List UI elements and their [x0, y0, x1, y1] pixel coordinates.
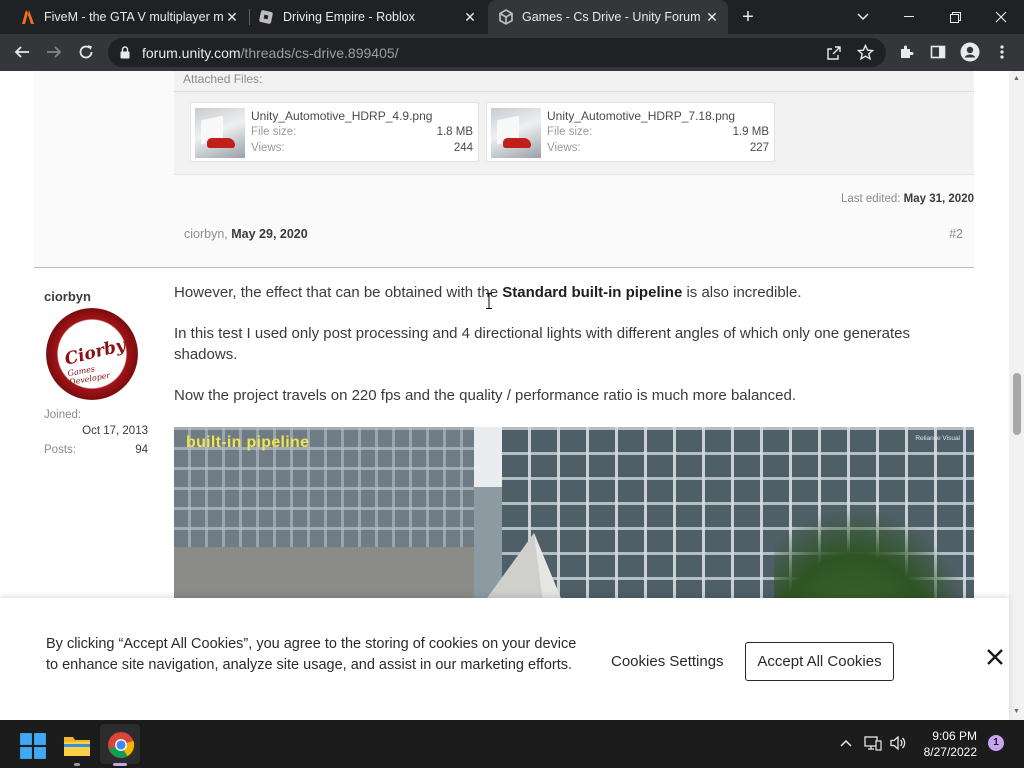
joined-date: Oct 17, 2013 [82, 425, 148, 437]
attachment-card[interactable]: Unity_Automotive_HDRP_4.9.png File size:… [190, 102, 479, 162]
side-panel-icon[interactable] [926, 40, 950, 64]
chevron-up-icon[interactable] [837, 734, 855, 752]
divider [34, 267, 974, 268]
posts-label: Posts: [44, 444, 76, 456]
cookie-text: By clicking “Accept All Cookies”, you ag… [46, 636, 577, 673]
scroll-up-icon[interactable]: ▲ [1012, 74, 1021, 83]
text-bold: Standard built-in pipeline [502, 284, 683, 301]
divider [174, 91, 974, 92]
url-domain: forum.unity.com [142, 45, 241, 61]
tab-unity-forum[interactable]: Games - Cs Drive - Unity Forum ✕ [488, 0, 728, 34]
page-content: Attached Files: Unity_Automotive_HDRP_4.… [0, 71, 1024, 720]
bookmark-star-icon[interactable] [857, 44, 874, 61]
post-paragraph: In this test I used only post processing… [174, 325, 910, 363]
attached-files: Attached Files: Unity_Automotive_HDRP_4.… [174, 71, 974, 175]
lock-icon[interactable] [120, 46, 130, 59]
last-edited-date: May 31, 2020 [903, 193, 974, 205]
cookie-settings-button[interactable]: Cookies Settings [611, 653, 724, 670]
file-size: 1.8 MB [436, 126, 473, 138]
address-bar[interactable]: forum.unity.com/threads/cs-drive.899405/ [108, 38, 886, 67]
system-clock[interactable]: 9:06 PM 8/27/2022 [924, 728, 977, 760]
reload-icon[interactable] [74, 40, 98, 64]
scroll-down-icon[interactable]: ▼ [1012, 707, 1021, 716]
text-run: However, the effect that can be obtained… [174, 284, 503, 301]
attachment-thumbnail[interactable] [491, 108, 541, 158]
menu-icon[interactable] [990, 40, 1014, 64]
roblox-icon [259, 10, 273, 24]
file-size: 1.9 MB [732, 126, 769, 138]
views-count: 227 [749, 142, 769, 154]
post-permalink[interactable]: #2 [949, 227, 963, 241]
attached-files-title: Attached Files: [183, 72, 263, 86]
tab-fivem[interactable]: FiveM - the GTA V multiplayer m ✕ [12, 0, 248, 34]
back-icon[interactable] [10, 40, 34, 64]
tab-title: Games - Cs Drive - Unity Forum [522, 10, 701, 24]
close-icon[interactable]: ✕ [224, 9, 240, 25]
image-caption: built-in pipeline [186, 434, 310, 451]
tab-title: FiveM - the GTA V multiplayer m [44, 10, 224, 24]
notification-badge[interactable]: 1 [988, 735, 1004, 751]
attachment-card[interactable]: Unity_Automotive_HDRP_7.18.png File size… [486, 102, 775, 162]
file-size-label: File size: [251, 126, 297, 138]
scrollbar[interactable]: ▲ ▼ [1009, 71, 1024, 720]
url-text[interactable]: forum.unity.com/threads/cs-drive.899405/ [142, 45, 399, 61]
image-watermark: Reliance Visual [915, 435, 960, 442]
post-date[interactable]: May 29, 2020 [231, 227, 307, 241]
extensions-icon[interactable] [894, 40, 918, 64]
browser-toolbar: forum.unity.com/threads/cs-drive.899405/ [0, 34, 1024, 71]
tab-search-icon[interactable] [840, 0, 886, 34]
last-edited-label: Last edited: [840, 193, 901, 205]
clock-date: 8/27/2022 [923, 745, 977, 759]
url-path: /threads/cs-drive.899405/ [240, 45, 399, 61]
share-icon[interactable] [826, 45, 842, 61]
chrome-icon[interactable] [107, 731, 135, 759]
post-author-link[interactable]: ciorbyn [184, 227, 224, 241]
attachment-name[interactable]: Unity_Automotive_HDRP_7.18.png [547, 109, 735, 123]
close-window-button[interactable] [978, 0, 1024, 34]
file-size-label: File size: [547, 126, 593, 138]
post-username[interactable]: ciorbyn [44, 289, 91, 304]
restore-button[interactable] [932, 0, 978, 34]
post-footer: ciorbyn, May 29, 2020 [184, 227, 308, 241]
text-cursor-icon [486, 293, 492, 309]
post-paragraph: Now the project travels on 220 fps and t… [174, 387, 796, 404]
minimize-button[interactable] [886, 0, 932, 34]
joined-label: Joined: [44, 409, 82, 421]
views-label: Views: [251, 142, 285, 154]
forward-icon[interactable] [42, 40, 66, 64]
windows-start-icon[interactable] [19, 732, 47, 760]
close-icon[interactable] [984, 646, 1006, 668]
tab-strip: FiveM - the GTA V multiplayer m ✕ Drivin… [0, 0, 1024, 34]
close-icon[interactable]: ✕ [462, 9, 478, 25]
file-explorer-indicator [74, 763, 80, 766]
accept-all-cookies-button[interactable]: Accept All Cookies [745, 642, 894, 681]
attachment-thumbnail[interactable] [195, 108, 245, 158]
close-icon[interactable]: ✕ [704, 9, 720, 25]
views-count: 244 [453, 142, 473, 154]
clock-time: 9:06 PM [932, 729, 977, 743]
post-paragraph: However, the effect that can be obtained… [174, 282, 964, 303]
tab-title: Driving Empire - Roblox [283, 10, 415, 24]
chrome-indicator [113, 763, 127, 766]
text-run: is also incredible. [682, 284, 802, 301]
volume-icon[interactable] [889, 734, 907, 752]
network-icon[interactable] [864, 734, 882, 752]
scrollbar-thumb[interactable] [1013, 373, 1021, 435]
posts-count: 94 [135, 444, 148, 456]
fivem-icon [22, 10, 34, 24]
attachment-name[interactable]: Unity_Automotive_HDRP_4.9.png [251, 109, 432, 123]
views-label: Views: [547, 142, 581, 154]
previous-post: Attached Files: Unity_Automotive_HDRP_4.… [34, 71, 974, 268]
new-tab-button[interactable]: + [734, 0, 762, 34]
taskbar: 9:06 PM 8/27/2022 [0, 720, 1024, 768]
file-explorer-icon[interactable] [63, 731, 91, 759]
unity-icon [499, 9, 513, 25]
avatar[interactable]: Ciorbyn Games Developer [46, 308, 140, 400]
profile-avatar-icon[interactable] [958, 40, 982, 64]
cookie-banner: By clicking “Accept All Cookies”, you ag… [0, 598, 1009, 720]
tab-roblox[interactable]: Driving Empire - Roblox ✕ [250, 0, 486, 34]
last-edited: Last edited: May 31, 2020 [841, 193, 974, 205]
